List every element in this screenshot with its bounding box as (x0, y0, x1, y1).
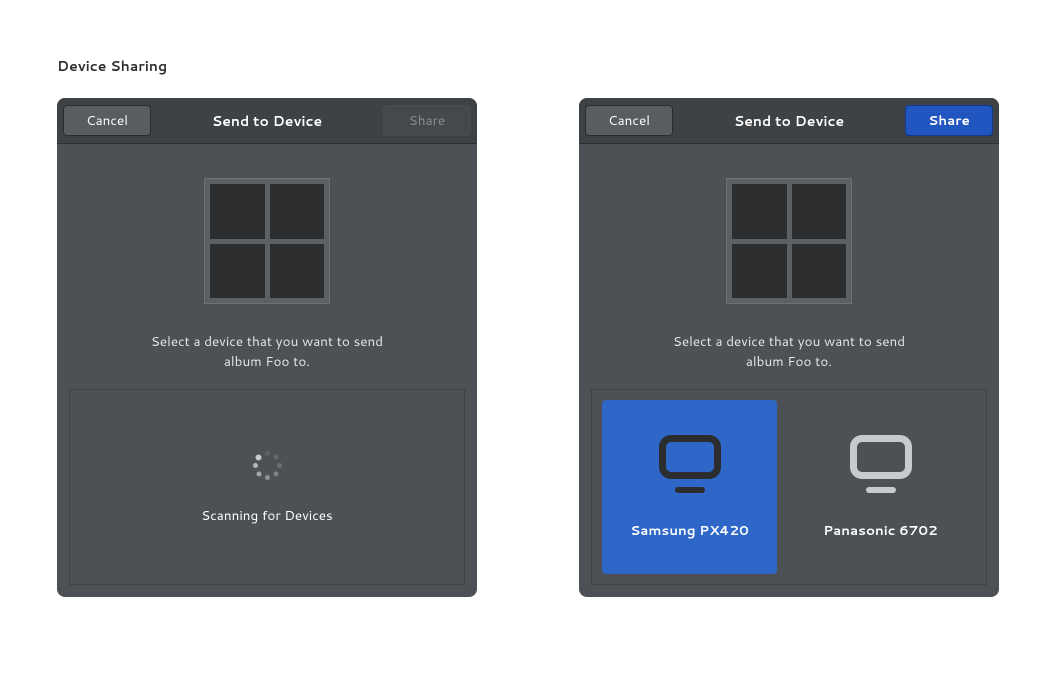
dialog-title: Send to Device (673, 111, 905, 131)
headerbar: Cancel Send to Device Share (579, 98, 999, 144)
thumbnail-cell (270, 184, 325, 239)
dialog-title: Send to Device (151, 111, 383, 131)
thumbnail-cell (210, 244, 265, 299)
scanning-label: Scanning for Devices (201, 506, 333, 525)
page-title: Device Sharing (57, 56, 167, 76)
headerbar: Cancel Send to Device Share (57, 98, 477, 144)
device-tile-panasonic[interactable]: Panasonic 6702 (793, 400, 968, 574)
dialog-row: Cancel Send to Device Share Select a dev… (57, 98, 999, 597)
thumbnail-cell (732, 184, 787, 239)
album-thumbnail (204, 178, 330, 304)
share-button[interactable]: Share (905, 105, 993, 136)
tv-icon (659, 435, 721, 493)
share-button: Share (383, 105, 471, 136)
cancel-button[interactable]: Cancel (63, 105, 151, 136)
tv-icon (850, 435, 912, 493)
device-area: Scanning for Devices (69, 389, 465, 585)
dialog-content: Select a device that you want to send al… (579, 144, 999, 597)
device-grid: Samsung PX420 Panasonic 6702 (591, 389, 987, 585)
thumbnail-cell (792, 244, 847, 299)
prompt-text: Select a device that you want to send al… (673, 332, 905, 371)
prompt-text: Select a device that you want to send al… (151, 332, 383, 371)
thumbnail-cell (210, 184, 265, 239)
thumbnail-cell (732, 244, 787, 299)
thumbnail-cell (270, 244, 325, 299)
device-tile-samsung[interactable]: Samsung PX420 (602, 400, 777, 574)
dialog-content: Select a device that you want to send al… (57, 144, 477, 597)
device-label: Samsung PX420 (630, 521, 749, 540)
album-thumbnail (726, 178, 852, 304)
send-to-device-dialog-results: Cancel Send to Device Share Select a dev… (579, 98, 999, 597)
cancel-button[interactable]: Cancel (585, 105, 673, 136)
thumbnail-cell (792, 184, 847, 239)
device-label: Panasonic 6702 (823, 521, 937, 540)
spinner-icon (251, 450, 283, 482)
send-to-device-dialog-scanning: Cancel Send to Device Share Select a dev… (57, 98, 477, 597)
